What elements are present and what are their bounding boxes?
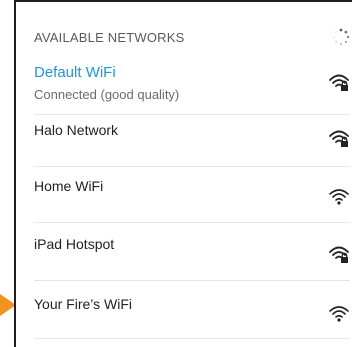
divider <box>34 222 350 223</box>
wifi-locked-icon <box>329 246 349 263</box>
network-item-home-wifi[interactable]: Home WiFi <box>34 176 350 216</box>
divider <box>34 338 350 339</box>
wifi-locked-icon <box>329 74 349 91</box>
networks-panel: AVAILABLE NETWORKS Default WiFi Connecte… <box>14 0 352 347</box>
network-name: Your Fire’s WiFi <box>34 296 133 312</box>
divider <box>34 114 350 115</box>
networks-header: AVAILABLE NETWORKS <box>34 28 350 50</box>
network-status: Connected (good quality) <box>34 87 180 102</box>
network-name: Home WiFi <box>34 178 104 194</box>
network-name: Halo Network <box>34 122 119 138</box>
wifi-locked-icon <box>329 130 349 147</box>
network-item-default-wifi[interactable]: Default WiFi Connected (good quality) <box>34 64 350 112</box>
header-title: AVAILABLE NETWORKS <box>34 30 185 45</box>
divider <box>34 166 350 167</box>
network-item-ipad-hotspot[interactable]: iPad Hotspot <box>34 234 350 274</box>
network-name: iPad Hotspot <box>34 236 115 252</box>
network-item-your-fires-wifi[interactable]: Your Fire’s WiFi <box>34 294 350 334</box>
network-name: Default WiFi <box>34 64 116 81</box>
loading-spinner-icon <box>333 28 350 45</box>
network-item-halo-network[interactable]: Halo Network <box>34 120 350 160</box>
divider <box>34 280 350 281</box>
wifi-open-icon <box>329 306 349 322</box>
wifi-open-icon <box>329 189 349 205</box>
